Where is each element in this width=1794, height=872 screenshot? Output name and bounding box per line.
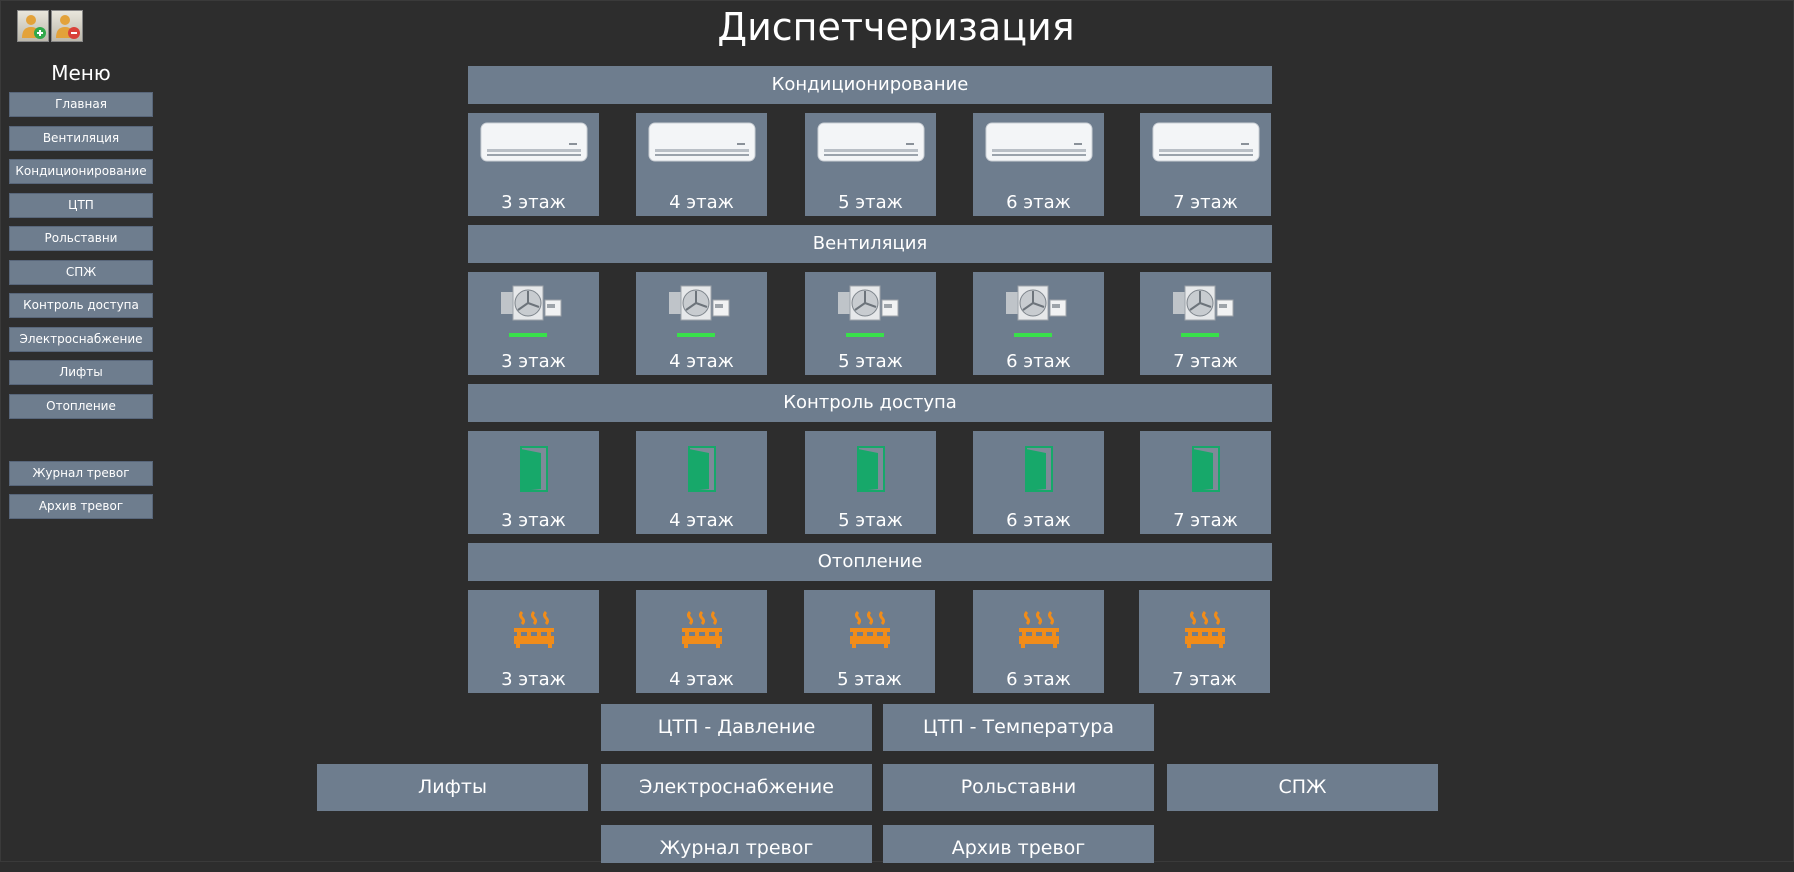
door-icon xyxy=(1140,445,1271,493)
tile-heating-floor-6[interactable]: 6 этаж xyxy=(973,590,1104,693)
tile-label: 3 этаж xyxy=(501,192,566,213)
tile-conditioning-floor-7[interactable]: 7 этаж xyxy=(1140,113,1271,216)
heater-icon xyxy=(804,610,935,650)
menu-item-access-control[interactable]: Контроль доступа xyxy=(9,293,153,318)
menu-item-main[interactable]: Главная xyxy=(9,92,153,117)
door-icon xyxy=(805,445,936,493)
ctp-pressure-button[interactable]: ЦТП - Давление xyxy=(601,704,872,751)
tile-label: 6 этаж xyxy=(1006,669,1071,690)
tile-label: 3 этаж xyxy=(501,669,566,690)
door-icon xyxy=(636,445,767,493)
menu-item-ventilation[interactable]: Вентиляция xyxy=(9,126,153,151)
ventilation-fan-icon xyxy=(973,278,1104,338)
menu-item-alarm-journal[interactable]: Журнал тревог xyxy=(9,461,153,486)
tile-label: 3 этаж xyxy=(501,510,566,531)
tile-label: 6 этаж xyxy=(1006,351,1071,372)
menu-item-lifts[interactable]: Лифты xyxy=(9,360,153,385)
menu-item-shutters[interactable]: Рольставни xyxy=(9,226,153,251)
ventilation-fan-icon xyxy=(805,278,936,338)
tile-label: 7 этаж xyxy=(1173,510,1238,531)
shutters-button[interactable]: Рольставни xyxy=(883,764,1154,811)
tile-conditioning-floor-6[interactable]: 6 этаж xyxy=(973,113,1104,216)
tile-ventilation-floor-4[interactable]: 4 этаж xyxy=(636,272,767,375)
tile-label: 7 этаж xyxy=(1173,351,1238,372)
tile-label: 4 этаж xyxy=(669,510,734,531)
tile-heating-floor-5[interactable]: 5 этаж xyxy=(804,590,935,693)
tile-label: 7 этаж xyxy=(1173,192,1238,213)
section-header-heating[interactable]: Отопление xyxy=(468,543,1272,581)
tile-label: 6 этаж xyxy=(1006,510,1071,531)
power-button[interactable]: Электроснабжение xyxy=(601,764,872,811)
air-conditioner-icon xyxy=(1140,119,1271,167)
tile-label: 6 этаж xyxy=(1006,192,1071,213)
tile-label: 3 этаж xyxy=(501,351,566,372)
ctp-temperature-button[interactable]: ЦТП - Температура xyxy=(883,704,1154,751)
ventilation-fan-icon xyxy=(636,278,767,338)
tile-label: 5 этаж xyxy=(838,351,903,372)
tile-ventilation-floor-3[interactable]: 3 этаж xyxy=(468,272,599,375)
air-conditioner-icon xyxy=(636,119,767,167)
tile-ventilation-floor-6[interactable]: 6 этаж xyxy=(973,272,1104,375)
tile-conditioning-floor-3[interactable]: 3 этаж xyxy=(468,113,599,216)
page-title: Диспетчеризация xyxy=(717,5,1075,49)
air-conditioner-icon xyxy=(805,119,936,167)
tile-conditioning-floor-4[interactable]: 4 этаж xyxy=(636,113,767,216)
tile-conditioning-floor-5[interactable]: 5 этаж xyxy=(805,113,936,216)
tile-label: 5 этаж xyxy=(837,669,902,690)
heater-icon xyxy=(1139,610,1270,650)
menu-item-ctp[interactable]: ЦТП xyxy=(9,193,153,218)
menu-item-alarm-archive[interactable]: Архив тревог xyxy=(9,494,153,519)
section-header-ventilation[interactable]: Вентиляция xyxy=(468,225,1272,263)
tile-heating-floor-4[interactable]: 4 этаж xyxy=(636,590,767,693)
tile-label: 4 этаж xyxy=(669,192,734,213)
tile-access-floor-3[interactable]: 3 этаж xyxy=(468,431,599,534)
tile-ventilation-floor-7[interactable]: 7 этаж xyxy=(1140,272,1271,375)
heater-icon xyxy=(636,610,767,650)
tile-heating-floor-3[interactable]: 3 этаж xyxy=(468,590,599,693)
alarm-archive-button[interactable]: Архив тревог xyxy=(883,825,1154,863)
lifts-button[interactable]: Лифты xyxy=(317,764,588,811)
tile-access-floor-6[interactable]: 6 этаж xyxy=(973,431,1104,534)
tile-label: 4 этаж xyxy=(669,351,734,372)
air-conditioner-icon xyxy=(468,119,599,167)
tile-heating-floor-7[interactable]: 7 этаж xyxy=(1139,590,1270,693)
heater-icon xyxy=(468,610,599,650)
menu-item-heating[interactable]: Отопление xyxy=(9,394,153,419)
air-conditioner-icon xyxy=(973,119,1104,167)
spzh-button[interactable]: СПЖ xyxy=(1167,764,1438,811)
tile-access-floor-5[interactable]: 5 этаж xyxy=(805,431,936,534)
tile-label: 7 этаж xyxy=(1172,669,1237,690)
alarm-journal-button[interactable]: Журнал тревог xyxy=(601,825,872,863)
door-icon xyxy=(973,445,1104,493)
menu-item-power[interactable]: Электроснабжение xyxy=(9,327,153,352)
heater-icon xyxy=(973,610,1104,650)
ventilation-fan-icon xyxy=(1140,278,1271,338)
door-icon xyxy=(468,445,599,493)
menu-item-conditioning[interactable]: Кондиционирование xyxy=(9,159,153,184)
section-header-conditioning[interactable]: Кондиционирование xyxy=(468,66,1272,104)
ventilation-fan-icon xyxy=(468,278,599,338)
menu-item-spzh[interactable]: СПЖ xyxy=(9,260,153,285)
tile-label: 5 этаж xyxy=(838,192,903,213)
tile-label: 4 этаж xyxy=(669,669,734,690)
section-header-access-control[interactable]: Контроль доступа xyxy=(468,384,1272,422)
tile-ventilation-floor-5[interactable]: 5 этаж xyxy=(805,272,936,375)
tile-label: 5 этаж xyxy=(838,510,903,531)
menu-title: Меню xyxy=(51,61,111,85)
tile-access-floor-7[interactable]: 7 этаж xyxy=(1140,431,1271,534)
tile-access-floor-4[interactable]: 4 этаж xyxy=(636,431,767,534)
